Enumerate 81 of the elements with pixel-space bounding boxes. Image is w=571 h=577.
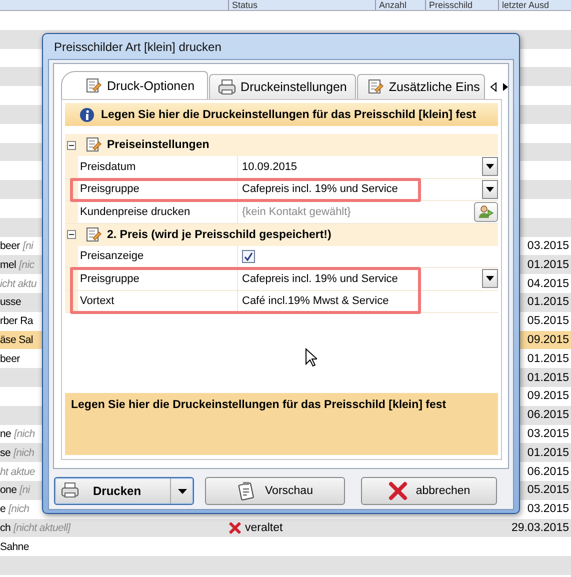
scroll-left-icon — [490, 82, 497, 92]
note-icon — [84, 76, 102, 94]
contact-picker-button[interactable] — [474, 202, 498, 222]
x-icon — [388, 481, 408, 501]
item-name: beer — [0, 352, 20, 365]
button[interactable]: abbrechen — [361, 477, 497, 505]
item-name: Sahne — [0, 540, 29, 553]
date-text: 09.2015 — [527, 334, 569, 346]
print-split-button[interactable]: Drucken — [54, 477, 194, 505]
item-name: äse Sal — [0, 334, 33, 346]
property-value[interactable]: Cafepreis incl. 19% und Service — [242, 272, 398, 285]
property-value[interactable]: Café incl.19% Mwst & Service — [242, 295, 389, 308]
tab[interactable]: Druck-Optionen — [61, 71, 208, 99]
section-title: Preiseinstellungen — [107, 139, 210, 151]
property-label: Kundenpreise drucken — [78, 201, 238, 222]
cursor-icon — [305, 348, 317, 367]
date-text: 03.2015 — [527, 428, 569, 440]
date-text: 01.2015 — [527, 372, 569, 384]
item-note: [ni — [22, 240, 34, 252]
date-text: 01.2015 — [527, 296, 569, 308]
item-name: ne — [0, 428, 12, 440]
caret-icon — [486, 164, 494, 170]
note-icon — [366, 78, 384, 96]
item-name: mel — [0, 258, 16, 271]
date-text: 06.2015 — [527, 409, 569, 422]
check-icon — [244, 252, 253, 261]
description-text: Legen Sie hier die Druckeinstellungen für das Preisschild [klein] fest — [65, 393, 498, 455]
property-value[interactable]: 10.09.2015 — [242, 160, 298, 173]
x-icon — [228, 520, 242, 535]
dropdown-button[interactable] — [482, 180, 498, 199]
info-header-text: Legen Sie hier die Druckeinstellungen für das Preisschild [klein] fest — [101, 108, 476, 120]
date-text: 01.2015 — [527, 258, 569, 271]
item-note: [nich — [14, 446, 34, 459]
property-label: Preisanzeige — [78, 246, 238, 267]
property-value: {kein Kontakt gewählt} — [242, 206, 351, 218]
date-text: 05.2015 — [527, 315, 569, 328]
note-icon — [84, 136, 102, 154]
item-name: se — [0, 446, 10, 459]
status-text: veraltet — [245, 522, 283, 534]
item-note: [nich — [8, 503, 30, 516]
window-title: Preisschilder Art [klein] drucken — [53, 39, 222, 56]
note-icon — [84, 226, 102, 244]
date-text: 01.2015 — [527, 446, 569, 459]
person-icon — [478, 204, 494, 219]
item-note: [nich — [14, 428, 35, 440]
table-row[interactable]: Sahne — [0, 537, 571, 556]
item-name: one — [0, 484, 17, 496]
date-text: 03.2015 — [527, 503, 569, 516]
date-text: 01.2015 — [527, 352, 569, 365]
column-header: Preisschild — [425, 0, 498, 10]
item-name: usse — [0, 296, 21, 308]
column-header: Status — [228, 0, 375, 10]
property-label: Preisdatum — [78, 156, 238, 178]
item-name: e — [0, 503, 6, 516]
column-header: Anzahl — [375, 0, 425, 10]
button[interactable]: Vorschau — [205, 477, 345, 505]
tab[interactable]: Zusätzliche Eins — [356, 74, 485, 99]
caret-icon — [486, 186, 494, 192]
scroll-right-icon — [502, 82, 509, 92]
printer-icon — [218, 78, 236, 96]
tab[interactable]: Druckeinstellungen — [208, 74, 356, 99]
property-value[interactable]: Cafepreis incl. 19% und Service — [242, 183, 398, 196]
date-text: 03.2015 — [527, 240, 569, 252]
dropdown-button[interactable] — [482, 157, 498, 176]
item-note: [nicht aktuell] — [14, 522, 70, 534]
table-row[interactable]: ch [nicht aktuell] veraltet 29.03.2015 — [0, 518, 571, 538]
checkbox[interactable] — [242, 250, 255, 263]
date-text: 06.2015 — [527, 466, 569, 478]
section-title: 2. Preis (wird je Preisschild gespeichert!) — [107, 228, 332, 240]
column-header: letzter Ausd — [498, 0, 571, 10]
item-note: [ni — [20, 484, 30, 496]
date-text: 29.03.2015 — [511, 522, 569, 534]
info-icon — [79, 106, 95, 122]
dropdown-button[interactable] — [482, 269, 498, 288]
item-note: ht aktue — [0, 466, 35, 478]
date-text: 05.2015 — [527, 484, 569, 496]
caret-icon — [178, 488, 186, 494]
item-name: beer — [0, 240, 20, 252]
item-note: [nic — [19, 258, 34, 271]
item-name: rber Ra — [0, 315, 33, 328]
item-name: ch — [0, 522, 10, 534]
